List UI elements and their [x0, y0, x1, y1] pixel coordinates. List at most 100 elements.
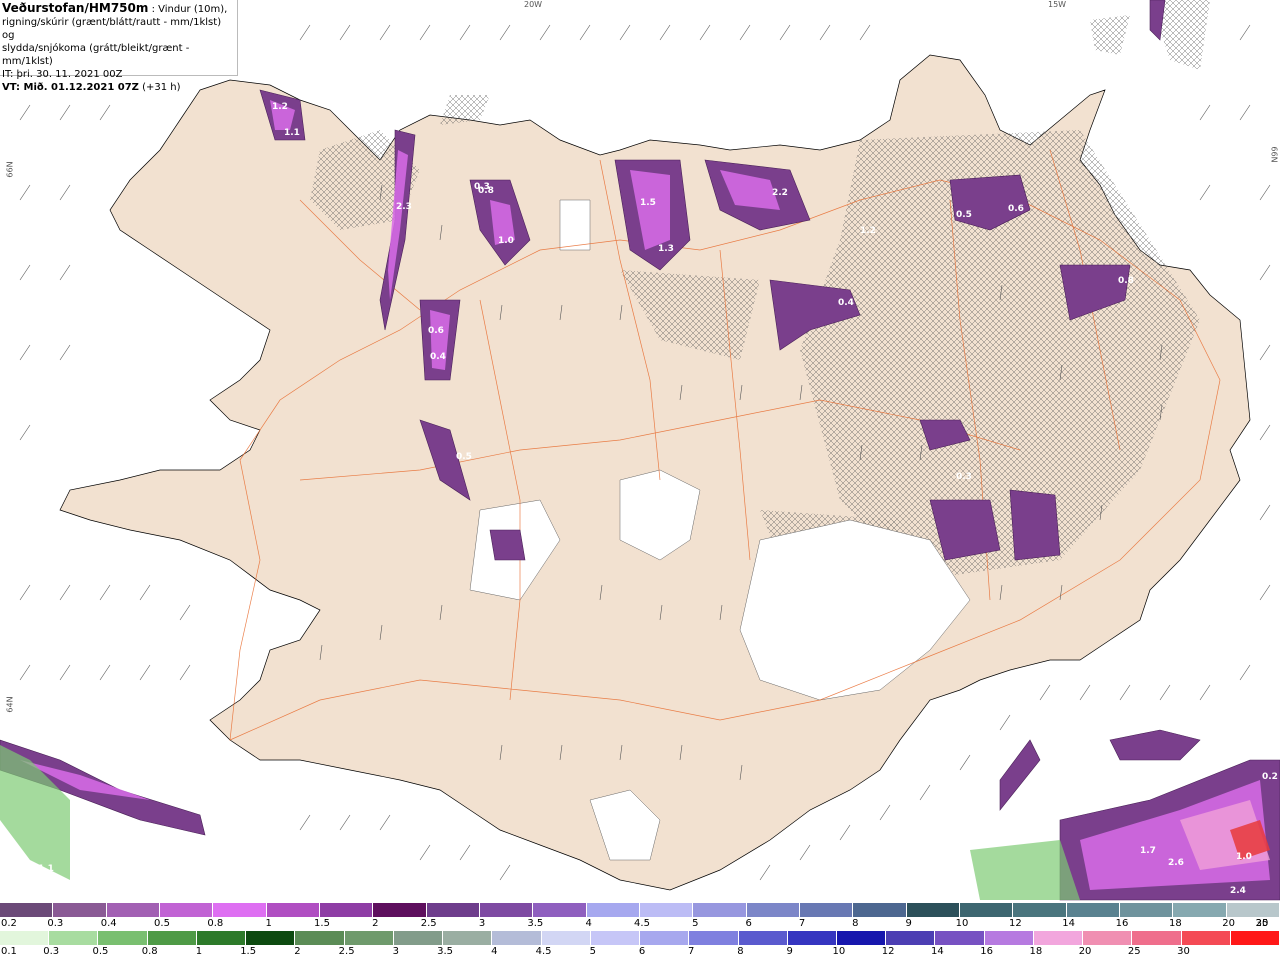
- map-value-label: 1.1: [284, 128, 300, 138]
- description-line-3: slydda/snjókoma (grátt/bleikt/grænt - mm…: [2, 43, 190, 67]
- legend-swatch: [393, 931, 444, 945]
- weather-map[interactable]: 20W 15W 66N 66N 64N 1.2 1.1 2.3 0.8 1.0 0.3 0.…: [0, 0, 1280, 902]
- legend-label: 10: [832, 946, 846, 957]
- map-value-label: 0.4: [430, 352, 446, 362]
- map-value-label: 2.3: [396, 202, 412, 212]
- legend-swatch: [373, 903, 427, 917]
- legend-label: 0.3: [47, 918, 64, 929]
- legend-swatch: [906, 903, 960, 917]
- legend-label: 1.5: [314, 918, 330, 929]
- legend-label: 0.8: [141, 946, 158, 957]
- legend-label: 16: [1115, 918, 1129, 929]
- legend-label: 14: [931, 946, 944, 957]
- map-value-label: 1.7: [1140, 846, 1156, 856]
- legend-label: 16: [980, 946, 993, 957]
- map-value-label: 2.4: [1230, 886, 1246, 896]
- rain-legend-bar: [0, 931, 1280, 945]
- legend-label: 1: [195, 946, 203, 957]
- legend-label: 2.5: [338, 946, 355, 957]
- legend-swatch: [295, 931, 345, 945]
- legend-label: 8: [852, 918, 859, 929]
- legend-label: 18: [1029, 946, 1043, 957]
- legend-label: 0.3: [43, 946, 60, 957]
- rain-legend-labels: 0.1 0.3 0.5 0.8 1 1.5 2 2.5 3 3.5 4 4.5 5 6 7 8 9 10 12 14 1…: [0, 946, 1280, 958]
- legend-swatch: [1230, 931, 1280, 945]
- legend-swatch: [266, 903, 320, 917]
- legend-swatch: [541, 931, 591, 945]
- legend-swatch: [640, 931, 690, 945]
- legend-swatch: [738, 931, 788, 945]
- legend-swatch: [836, 931, 887, 945]
- legend-label: 2: [294, 946, 301, 957]
- legend-swatch: [196, 931, 247, 945]
- legend-swatch: [1066, 903, 1120, 917]
- map-value-label: 0.2: [1262, 772, 1278, 782]
- legend-label: 0.4: [100, 918, 117, 929]
- map-value-label: 0.8: [1118, 276, 1134, 286]
- forecast-offset: (+31 h): [138, 82, 181, 93]
- map-value-label: 0.5: [456, 452, 472, 462]
- legend-swatch: [533, 903, 587, 917]
- legend-swatch: [1083, 931, 1133, 945]
- legend-swatch: [213, 903, 267, 917]
- legend-label: 3.5: [437, 946, 454, 957]
- model-description: : Vindur (10m),: [148, 4, 228, 15]
- legend-label: 12: [881, 946, 895, 957]
- map-value-label: 1.1: [38, 864, 54, 874]
- lon-label-20w: 20W: [524, 0, 543, 9]
- legend-swatch: [693, 903, 747, 917]
- map-value-label: 0.6: [428, 326, 444, 336]
- legend-swatch: [1173, 903, 1227, 917]
- legend-label: 6: [745, 918, 752, 929]
- map-value-label: 1.2: [272, 102, 288, 112]
- legend-label: 3: [392, 946, 400, 957]
- map-canvas: [0, 0, 1280, 901]
- legend-swatch: [1181, 931, 1231, 945]
- legend-label: 4.5: [634, 918, 650, 929]
- legend-swatch: [590, 931, 641, 945]
- legend-label: 18: [1168, 918, 1182, 929]
- legend-swatch: [586, 903, 640, 917]
- legend-label: 4.5: [535, 946, 552, 957]
- snow-legend-labels: 0.2 0.3 0.4 0.5 0.8 1 1.5 2 2.5 3 3.5 4 4.5 5 6 7 8 9 10 12…: [0, 918, 1280, 930]
- legend-swatch: [853, 903, 907, 917]
- legend-swatch: [159, 903, 214, 917]
- legend-swatch: [426, 903, 480, 917]
- legend-label: 10: [955, 918, 969, 929]
- lat-label-66n-right: 66N: [1269, 146, 1279, 163]
- map-value-label: 1.3: [658, 244, 674, 254]
- legend-label: 6: [638, 946, 646, 957]
- legend-label: 0.1: [1, 946, 17, 957]
- legend-swatch: [98, 931, 148, 945]
- legend-swatch: [1033, 931, 1084, 945]
- legend-label: 3.5: [527, 918, 544, 929]
- legend-swatch: [639, 903, 694, 917]
- legend-swatch: [0, 903, 54, 917]
- map-value-label: 2.2: [772, 188, 788, 198]
- legend-swatch: [886, 931, 936, 945]
- legend-swatch: [787, 931, 837, 945]
- legend-swatch: [1132, 931, 1182, 945]
- map-value-label: 0.3: [956, 472, 972, 482]
- description-line-2: rigning/skúrir (grænt/blátt/rautt - mm/1…: [2, 17, 222, 41]
- legend-label: 30: [1255, 918, 1269, 929]
- legend-label: 7: [688, 946, 695, 957]
- legend-label: 9: [905, 918, 912, 929]
- legend-swatch: [935, 931, 985, 945]
- legend-label: 12: [1008, 918, 1022, 929]
- legend-swatch: [319, 903, 374, 917]
- legend-swatch: [106, 903, 160, 917]
- forecast-info-box: Veðurstofan/HM750m : Vindur (10m), rigni…: [0, 0, 238, 93]
- legend-label: 8: [737, 946, 744, 957]
- legend-swatch: [344, 931, 394, 945]
- legend-label: 1: [265, 918, 272, 929]
- legend-label: 25: [1127, 946, 1141, 957]
- initial-time: IT: þri. 30. 11. 2021 00Z: [2, 69, 123, 80]
- legend-label: 2.5: [420, 918, 437, 929]
- legend-swatch: [53, 903, 107, 917]
- map-value-label: 0.6: [1008, 204, 1024, 214]
- legend-label: 3: [478, 918, 486, 929]
- legend-label: 4: [585, 918, 592, 929]
- legend-label: 0.5: [92, 946, 109, 957]
- legend-label: 4: [491, 946, 498, 957]
